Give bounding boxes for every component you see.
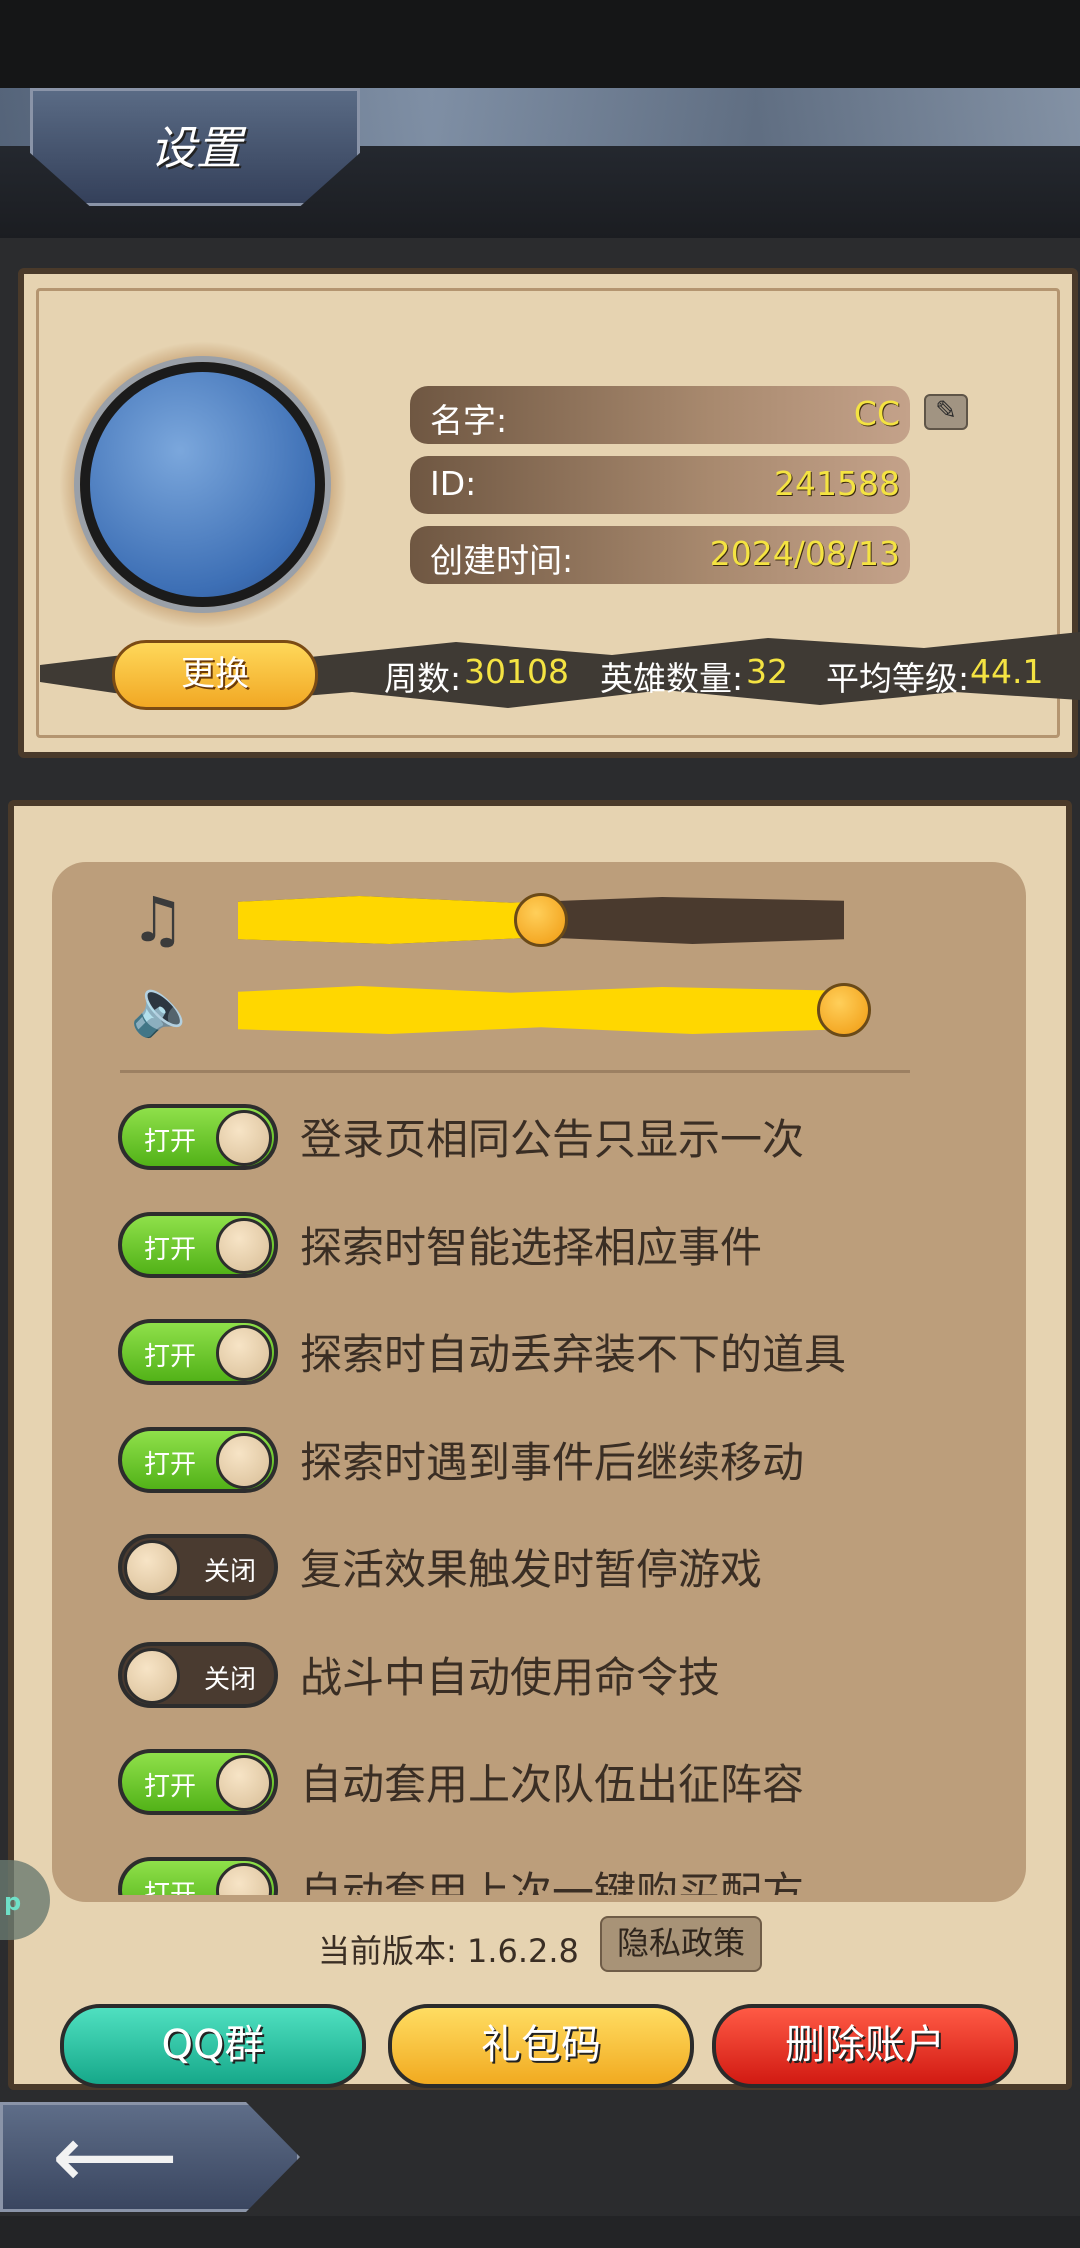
toggle-knob	[216, 1863, 272, 1895]
toggle-state-label: 关闭	[203, 1665, 256, 1695]
created-value: 2024/08/13	[709, 534, 900, 573]
option-label: 战斗中自动使用命令技	[300, 1653, 721, 1702]
music-note-icon: ♫	[130, 883, 186, 956]
avatar[interactable]	[80, 362, 325, 607]
toggle-state-label: 关闭	[203, 1557, 256, 1587]
option-toggle[interactable]: 关闭	[118, 1534, 278, 1600]
toggle-state-label: 打开	[144, 1235, 197, 1265]
option-label: 探索时遇到事件后继续移动	[300, 1438, 805, 1487]
status-bar	[0, 0, 1080, 88]
heroes-label: 英雄数量:	[600, 659, 744, 698]
avg-level-label: 平均等级:	[826, 659, 970, 698]
qq-group-button[interactable]: QQ群	[60, 2004, 366, 2088]
option-row: 关闭 复活效果触发时暂停游戏	[0, 1534, 1080, 1614]
toggle-state-label: 打开	[144, 1772, 197, 1802]
option-toggle[interactable]: 打开	[118, 1104, 278, 1170]
toggle-knob	[216, 1110, 272, 1166]
option-label: 自动套用上次一键购买配方	[300, 1868, 805, 1895]
avg-level-value: 44.1	[970, 652, 1044, 691]
toggle-knob	[216, 1433, 272, 1489]
sound-slider-knob[interactable]	[817, 983, 871, 1037]
toggle-state-label: 打开	[144, 1880, 197, 1895]
weeks-label: 周数:	[384, 659, 462, 698]
option-row: 打开 探索时自动丢弃装不下的道具	[0, 1319, 1080, 1399]
sound-slider-fill	[238, 986, 844, 1034]
delete-account-button[interactable]: 删除账户	[712, 2004, 1018, 2088]
music-slider-knob[interactable]	[514, 893, 568, 947]
id-label: ID:	[430, 464, 477, 503]
gift-code-button[interactable]: 礼包码	[388, 2004, 694, 2088]
option-label: 自动套用上次队伍出征阵容	[300, 1760, 805, 1809]
id-value: 241588	[774, 464, 900, 503]
toggle-knob	[124, 1540, 180, 1596]
bottom-bar	[0, 2216, 1080, 2248]
change-avatar-button[interactable]: 更换	[112, 640, 318, 710]
created-label: 创建时间:	[430, 541, 574, 580]
option-toggle[interactable]: 打开	[118, 1749, 278, 1815]
option-row: 打开 自动套用上次一键购买配方	[0, 1857, 1080, 1895]
heroes-value: 32	[746, 652, 788, 691]
option-toggle[interactable]: 打开	[118, 1857, 278, 1895]
option-label: 探索时自动丢弃装不下的道具	[300, 1330, 847, 1379]
option-label: 登录页相同公告只显示一次	[300, 1115, 805, 1164]
side-badge-text: p	[4, 1888, 22, 1916]
option-row: 打开 自动套用上次队伍出征阵容	[0, 1749, 1080, 1829]
name-value: CC	[853, 394, 900, 433]
sound-slider[interactable]	[238, 986, 844, 1034]
option-row: 打开 登录页相同公告只显示一次	[0, 1104, 1080, 1184]
toggle-state-label: 打开	[144, 1342, 197, 1372]
option-row: 关闭 战斗中自动使用命令技	[0, 1642, 1080, 1722]
option-toggle[interactable]: 打开	[118, 1212, 278, 1278]
speaker-icon: 🔈	[130, 975, 200, 1040]
option-toggle[interactable]: 打开	[118, 1427, 278, 1493]
option-row: 打开 探索时智能选择相应事件	[0, 1212, 1080, 1292]
toggle-knob	[216, 1325, 272, 1381]
option-label: 探索时智能选择相应事件	[300, 1223, 763, 1272]
option-row: 打开 探索时遇到事件后继续移动	[0, 1427, 1080, 1507]
toggle-state-label: 打开	[144, 1127, 197, 1157]
toggle-knob	[216, 1218, 272, 1274]
edit-icon[interactable]: ✎	[924, 394, 968, 430]
version-text: 当前版本: 1.6.2.8	[318, 1932, 579, 1970]
option-label: 复活效果触发时暂停游戏	[300, 1545, 763, 1594]
divider	[120, 1070, 910, 1073]
page-title: 设置	[150, 121, 242, 175]
music-slider-fill	[238, 896, 541, 944]
option-toggle[interactable]: 打开	[118, 1319, 278, 1385]
weeks-value: 30108	[464, 652, 569, 691]
toggle-state-label: 打开	[144, 1450, 197, 1480]
option-toggle[interactable]: 关闭	[118, 1642, 278, 1708]
toggle-knob	[124, 1648, 180, 1704]
privacy-policy-button[interactable]: 隐私政策	[600, 1916, 762, 1972]
name-label: 名字:	[430, 401, 508, 440]
toggle-knob	[216, 1755, 272, 1811]
back-arrow-icon: ⟵	[52, 2105, 179, 2208]
